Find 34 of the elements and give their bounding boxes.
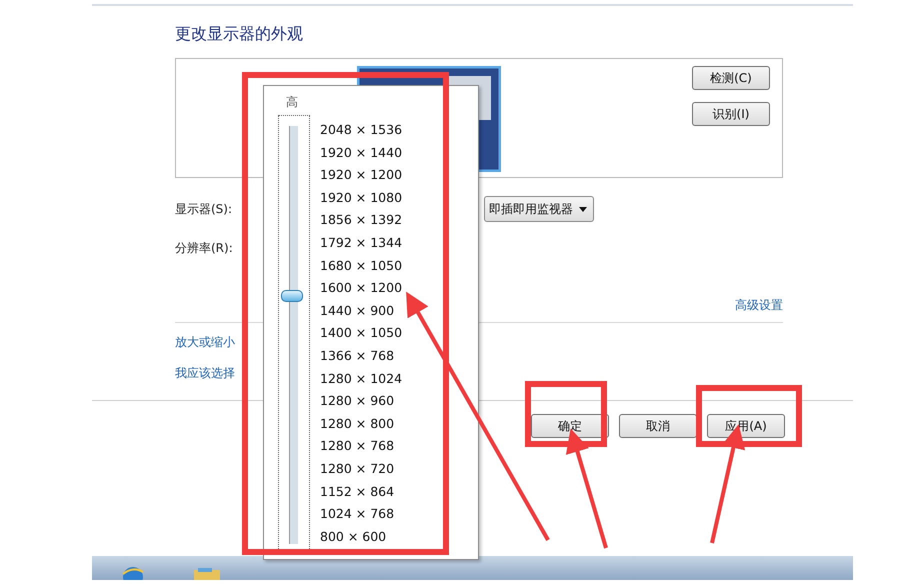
dialog-button[interactable]: 识别(I) (692, 102, 770, 126)
slider-thumb[interactable] (281, 290, 303, 302)
dialog-button[interactable]: 确定 (531, 414, 609, 438)
dialog-button[interactable]: 检测(C) (692, 66, 770, 90)
slider-top-label: 高 (286, 94, 299, 111)
resolution-option[interactable]: 1280 × 800 (320, 412, 402, 436)
help-link[interactable]: 我应该选择 (175, 365, 235, 382)
resolution-option[interactable]: 2048 × 1536 (320, 119, 402, 142)
resolution-option[interactable]: 1680 × 1050 (320, 254, 402, 278)
resolution-option[interactable]: 800 × 600 (320, 526, 402, 548)
help-link[interactable]: 放大或缩小 (175, 334, 235, 351)
resolution-option[interactable]: 1440 × 900 (320, 300, 402, 322)
resolution-option[interactable]: 1856 × 1392 (320, 209, 402, 232)
resolution-option[interactable]: 1152 × 864 (320, 480, 402, 504)
resolution-option[interactable]: 1400 × 1050 (320, 322, 402, 345)
resolution-option[interactable]: 1920 × 1440 (320, 142, 402, 164)
resolution-option[interactable]: 1920 × 1200 (320, 164, 402, 187)
resolution-option[interactable]: 1920 × 1080 (320, 186, 402, 210)
resolution-option[interactable]: 1024 × 768 (320, 503, 402, 526)
section-title: 更改显示器的外观 (175, 24, 304, 45)
advanced-settings-link[interactable]: 高级设置 (735, 297, 783, 314)
dialog-button[interactable]: 取消 (619, 414, 697, 438)
field-label: 显示器(S): (175, 200, 232, 218)
resolution-option[interactable]: 1280 × 768 (320, 435, 402, 458)
resolution-option[interactable]: 1280 × 960 (320, 390, 402, 413)
resolution-option[interactable]: 1280 × 1024 (320, 368, 402, 390)
globe-icon[interactable] (122, 566, 144, 580)
resolution-option[interactable]: 1600 × 1200 (320, 277, 402, 300)
resolution-option[interactable]: 1280 × 720 (320, 458, 402, 480)
display-dropdown[interactable]: 即插即用监视器 (484, 196, 594, 222)
resolution-option[interactable]: 1792 × 1344 (320, 232, 402, 255)
field-label: 分辨率(R): (175, 240, 233, 256)
resolution-option[interactable]: 1366 × 768 (320, 344, 402, 368)
caret-icon (579, 206, 587, 212)
